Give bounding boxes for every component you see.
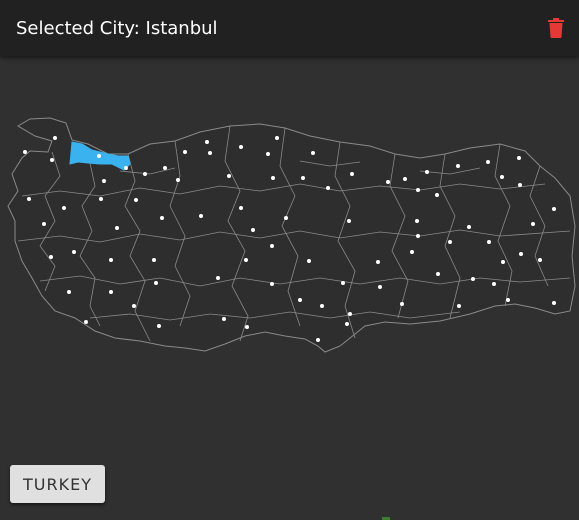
selected-city-title: Selected City: Istanbul — [16, 17, 218, 39]
country-button[interactable]: TURKEY — [10, 465, 105, 503]
trash-icon[interactable] — [547, 18, 565, 38]
turkey-map — [7, 117, 576, 353]
app-bar: Selected City: Istanbul — [0, 0, 579, 56]
